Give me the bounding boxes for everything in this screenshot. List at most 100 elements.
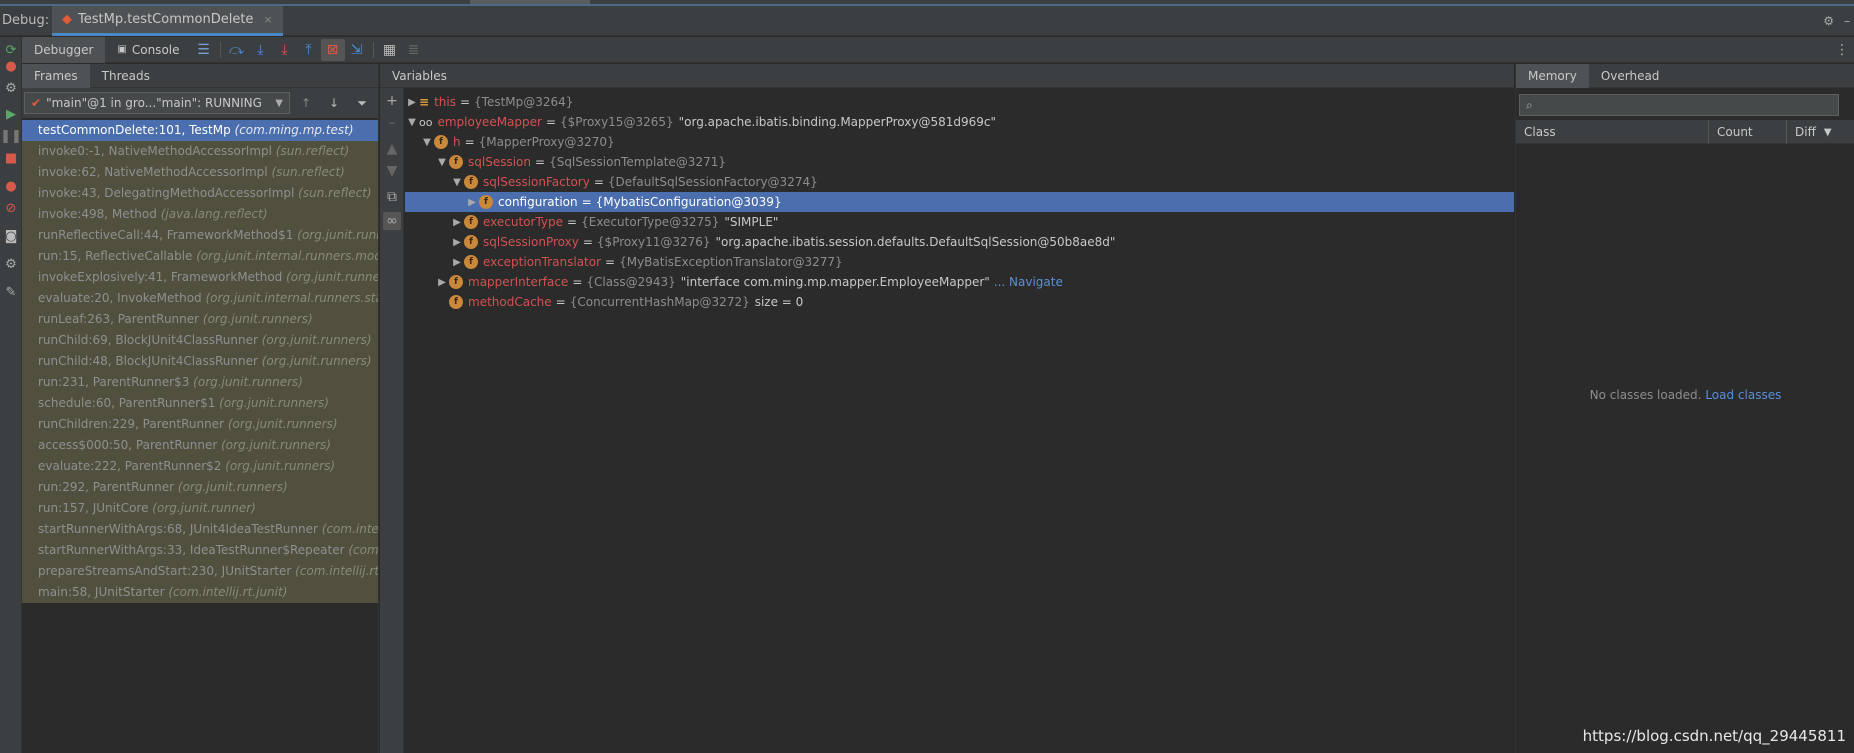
- column-count[interactable]: Count: [1709, 120, 1787, 144]
- frame-row[interactable]: access$000:50, ParentRunner (org.junit.r…: [22, 435, 378, 456]
- tab-frames[interactable]: Frames: [22, 63, 90, 88]
- frame-row[interactable]: runChild:69, BlockJUnit4ClassRunner (org…: [22, 330, 378, 351]
- variable-row[interactable]: ▶ f sqlSessionProxy = {$Proxy11@3276} "org.ap…: [405, 232, 1514, 252]
- tab-console[interactable]: ▣ Console: [105, 37, 191, 63]
- stop-icon[interactable]: ■: [2, 149, 20, 167]
- camera-icon[interactable]: ◙: [2, 227, 20, 245]
- frame-row[interactable]: run:231, ParentRunner$3 (org.junit.runne…: [22, 372, 378, 393]
- frame-row[interactable]: startRunnerWithArgs:33, IdeaTestRunner$R…: [22, 540, 378, 561]
- variable-type: {MapperProxy@3270}: [478, 135, 615, 149]
- frame-method: runReflectiveCall:44, FrameworkMethod$1: [38, 228, 294, 242]
- rerun-failed-icon[interactable]: ●: [2, 57, 20, 75]
- pin-icon[interactable]: ✎: [2, 283, 20, 301]
- collapsed-arrow-icon[interactable]: ▶: [450, 237, 464, 248]
- gear-icon[interactable]: ⚙: [1823, 14, 1834, 28]
- tab-memory[interactable]: Memory: [1516, 63, 1589, 88]
- collapsed-arrow-icon[interactable]: ▶: [450, 257, 464, 268]
- frame-package: (org.junit.runners.model): [286, 270, 378, 284]
- collapsed-arrow-icon[interactable]: ▶: [405, 97, 419, 108]
- move-down-icon[interactable]: ▼: [383, 162, 401, 180]
- watch-icon: oo: [419, 115, 433, 129]
- frame-row[interactable]: runChild:48, BlockJUnit4ClassRunner (org…: [22, 351, 378, 372]
- drop-frame-icon[interactable]: ⊠: [320, 38, 345, 61]
- variable-row[interactable]: ▼ f sqlSessionFactory = {DefaultSqlSessionFa…: [405, 172, 1514, 192]
- step-into-icon[interactable]: ⤓: [249, 39, 273, 61]
- variable-row[interactable]: ▶ ≡ this = {TestMp@3264}: [405, 92, 1514, 112]
- tab-threads[interactable]: Threads: [90, 64, 162, 88]
- debug-session-tab[interactable]: ◆ TestMp.testCommonDelete ×: [52, 5, 283, 36]
- frame-row[interactable]: evaluate:20, InvokeMethod (org.junit.int…: [22, 288, 378, 309]
- variable-row[interactable]: f methodCache = {ConcurrentHashMap@3272} si…: [405, 292, 1514, 312]
- menu-icon[interactable]: ☰: [192, 39, 216, 61]
- variable-name: methodCache: [468, 295, 552, 309]
- settings-cycle-icon[interactable]: ⚙: [2, 79, 20, 97]
- trace-icon[interactable]: ≣: [402, 39, 426, 61]
- frame-row[interactable]: run:15, ReflectiveCallable (org.junit.in…: [22, 246, 378, 267]
- restore-layout-icon[interactable]: ⋮: [1830, 39, 1854, 61]
- variable-row[interactable]: ▼ f h = {MapperProxy@3270}: [405, 132, 1514, 152]
- frame-row[interactable]: runLeaf:263, ParentRunner (org.junit.run…: [22, 309, 378, 330]
- frame-row[interactable]: prepareStreamsAndStart:230, JUnitStarter…: [22, 561, 378, 582]
- tab-overhead[interactable]: Overhead: [1589, 64, 1672, 88]
- frame-row[interactable]: testCommonDelete:101, TestMp (com.ming.m…: [22, 120, 378, 141]
- step-out-icon[interactable]: ⤒: [297, 39, 321, 61]
- collapsed-arrow-icon[interactable]: ▶: [435, 277, 449, 288]
- frame-row[interactable]: invoke:43, DelegatingMethodAccessorImpl …: [22, 183, 378, 204]
- frame-row[interactable]: run:292, ParentRunner (org.junit.runners…: [22, 477, 378, 498]
- hide-icon[interactable]: –: [1844, 14, 1850, 28]
- expanded-arrow-icon[interactable]: ▼: [405, 117, 419, 128]
- frame-row[interactable]: invoke:62, NativeMethodAccessorImpl (sun…: [22, 162, 378, 183]
- filter-icon[interactable]: ⏷: [350, 92, 374, 114]
- expanded-arrow-icon[interactable]: ▼: [450, 177, 464, 188]
- watches-toggle-icon[interactable]: ∞: [383, 212, 401, 230]
- frame-row[interactable]: invoke0:-1, NativeMethodAccessorImpl (su…: [22, 141, 378, 162]
- frame-row[interactable]: startRunnerWithArgs:68, JUnit4IdeaTestRu…: [22, 519, 378, 540]
- column-diff[interactable]: Diff ▼: [1787, 120, 1854, 144]
- variable-row[interactable]: ▶ f executorType = {ExecutorType@3275} "SIMPL…: [405, 212, 1514, 232]
- tab-debugger[interactable]: Debugger: [22, 36, 106, 63]
- frame-method: runChildren:229, ParentRunner: [38, 417, 224, 431]
- remove-watch-icon[interactable]: –: [383, 114, 401, 132]
- thread-select-value: "main"@1 in gro..."main": RUNNING: [46, 96, 262, 110]
- variable-row[interactable]: ▼ f sqlSession = {SqlSessionTemplate@3271}: [405, 152, 1514, 172]
- variable-row[interactable]: ▼ oo employeeMapper = {$Proxy15@3265} "org.ap…: [405, 112, 1514, 132]
- frame-row[interactable]: schedule:60, ParentRunner$1 (org.junit.r…: [22, 393, 378, 414]
- frame-row[interactable]: runChildren:229, ParentRunner (org.junit…: [22, 414, 378, 435]
- run-to-cursor-icon[interactable]: ⇲: [345, 39, 369, 61]
- arrow-down-icon[interactable]: ↓: [322, 92, 346, 114]
- resume-icon[interactable]: ▶: [2, 105, 20, 123]
- pause-icon[interactable]: ❚❚: [0, 127, 22, 145]
- frame-row[interactable]: invoke:498, Method (java.lang.reflect): [22, 204, 378, 225]
- expanded-arrow-icon[interactable]: ▼: [435, 157, 449, 168]
- arrow-up-icon[interactable]: ↑: [294, 92, 318, 114]
- navigate-link[interactable]: ... Navigate: [994, 275, 1063, 289]
- step-over-icon[interactable]: ⤼: [225, 39, 249, 61]
- thread-select[interactable]: ✔ "main"@1 in gro..."main": RUNNING ▼: [24, 92, 290, 114]
- load-classes-link[interactable]: Load classes: [1705, 388, 1781, 402]
- frame-row[interactable]: evaluate:222, ParentRunner$2 (org.junit.…: [22, 456, 378, 477]
- add-watch-icon[interactable]: +: [383, 92, 401, 110]
- collapsed-arrow-icon[interactable]: ▶: [450, 217, 464, 228]
- variables-tree: ▶ ≡ this = {TestMp@3264} ▼ oo employeeMapper = {$…: [405, 92, 1514, 312]
- mute-breakpoints-icon[interactable]: ⊘: [2, 199, 20, 217]
- frame-row[interactable]: runReflectiveCall:44, FrameworkMethod$1 …: [22, 225, 378, 246]
- copy-icon[interactable]: ⧉: [383, 188, 401, 206]
- frame-row[interactable]: run:157, JUnitCore (org.junit.runner): [22, 498, 378, 519]
- gear-icon[interactable]: ⚙: [2, 255, 20, 273]
- expanded-arrow-icon[interactable]: ▼: [420, 137, 434, 148]
- frame-row[interactable]: main:58, JUnitStarter (com.intellij.rt.j…: [22, 582, 378, 603]
- variable-row[interactable]: ▶ f exceptionTranslator = {MyBatisExceptionT…: [405, 252, 1514, 272]
- column-class[interactable]: Class: [1516, 120, 1709, 144]
- frame-method: startRunnerWithArgs:33, IdeaTestRunner$R…: [38, 543, 345, 557]
- frame-row[interactable]: invokeExplosively:41, FrameworkMethod (o…: [22, 267, 378, 288]
- variable-row[interactable]: ▶ f mapperInterface = {Class@2943} "interface…: [405, 272, 1514, 292]
- memory-search-input[interactable]: ⌕: [1519, 94, 1839, 116]
- variable-row[interactable]: ▶ f configuration = {MybatisConfiguration@30…: [405, 192, 1514, 212]
- evaluate-expression-icon[interactable]: ▦: [378, 39, 402, 61]
- collapsed-arrow-icon[interactable]: ▶: [465, 197, 479, 208]
- move-up-icon[interactable]: ▲: [383, 140, 401, 158]
- force-step-into-icon[interactable]: ⤓: [273, 39, 297, 61]
- view-breakpoints-icon[interactable]: ●: [2, 177, 20, 195]
- close-icon[interactable]: ×: [263, 13, 272, 26]
- tab-debugger-label: Debugger: [34, 42, 94, 57]
